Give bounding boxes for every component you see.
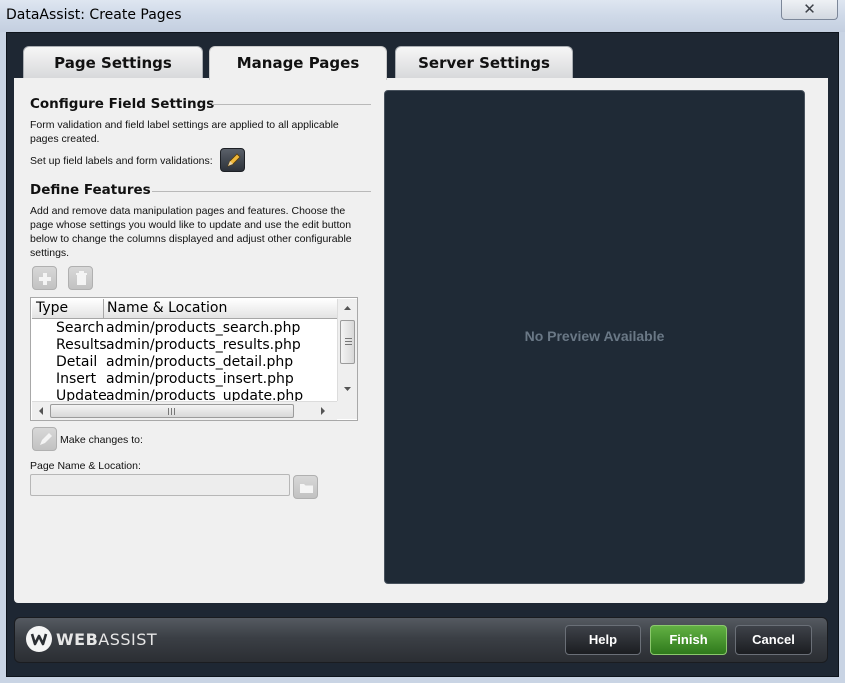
tab-page-settings[interactable]: Page Settings (23, 46, 203, 78)
row-name[interactable]: admin/products_detail.php (106, 354, 293, 371)
configure-description-line: pages created. (30, 133, 100, 145)
page-name-label: Page Name & Location: (30, 460, 141, 472)
vertical-scrollbar[interactable] (337, 299, 357, 401)
setup-field-labels-label: Set up field labels and form validations… (30, 155, 213, 167)
section-divider (152, 191, 371, 192)
folder-icon (300, 484, 313, 493)
row-name[interactable]: admin/products_results.php (106, 337, 301, 354)
pages-list[interactable]: Type Name & Location Search admin/produc… (30, 297, 358, 421)
no-preview-text: No Preview Available (524, 328, 665, 344)
features-section-title: Define Features (30, 182, 151, 198)
row-type[interactable]: Detail (56, 354, 97, 371)
add-page-button[interactable] (32, 266, 57, 290)
webassist-mark-icon (30, 633, 48, 646)
title-bar: DataAssist: Create Pages (0, 0, 845, 32)
row-type[interactable]: Insert (56, 371, 96, 388)
finish-button-label: Finish (669, 632, 708, 647)
column-header-type[interactable]: Type (36, 299, 68, 318)
browse-button[interactable] (293, 475, 318, 499)
list-header: Type Name & Location (32, 299, 337, 319)
features-description-line: Add and remove data manipulation pages a… (30, 205, 346, 217)
window-title: DataAssist: Create Pages (6, 7, 182, 23)
webassist-logo-icon (26, 626, 52, 652)
cancel-button[interactable]: Cancel (735, 625, 812, 655)
features-description-line: page whose settings you would like to up… (30, 219, 352, 231)
preview-panel: No Preview Available (384, 90, 805, 584)
row-name[interactable]: admin/products_search.php (106, 320, 300, 337)
tab-manage-pages[interactable]: Manage Pages (209, 46, 387, 80)
row-type[interactable]: Results (56, 337, 107, 354)
features-description-line: below to change the columns displayed an… (30, 233, 352, 245)
tab-label: Manage Pages (236, 54, 360, 72)
edit-page-button[interactable] (32, 427, 57, 451)
brand-wordmark-rest: ASSIST (98, 630, 158, 649)
horizontal-scroll-thumb[interactable] (50, 404, 294, 418)
page-name-input[interactable] (30, 474, 290, 496)
column-divider (103, 299, 104, 319)
column-header-name[interactable]: Name & Location (107, 299, 227, 318)
section-divider (212, 104, 371, 105)
make-changes-label: Make changes to: (60, 434, 143, 446)
trash-icon (76, 271, 87, 285)
help-button-label: Help (588, 632, 618, 647)
configure-section-title: Configure Field Settings (30, 96, 215, 112)
tab-label: Server Settings (418, 54, 550, 72)
features-description-line: settings. (30, 247, 70, 259)
row-name[interactable]: admin/products_insert.php (106, 371, 294, 388)
scrollbar-corner (337, 401, 357, 419)
horizontal-scrollbar[interactable] (32, 401, 337, 420)
pencil-icon (40, 433, 52, 445)
tab-server-settings[interactable]: Server Settings (395, 46, 573, 78)
grip-icon (168, 408, 175, 415)
grip-icon (345, 338, 352, 345)
brand-wordmark: WEBASSIST (56, 630, 157, 649)
finish-button[interactable]: Finish (650, 625, 727, 655)
row-type[interactable]: Search (56, 320, 104, 337)
close-icon: ✕ (803, 1, 816, 18)
vertical-scroll-thumb[interactable] (340, 320, 355, 364)
configure-description-line: Form validation and field label settings… (30, 119, 339, 131)
cancel-button-label: Cancel (752, 632, 795, 647)
edit-field-settings-button[interactable] (220, 148, 245, 172)
delete-page-button[interactable] (68, 266, 93, 290)
brand-wordmark-bold: WEB (56, 630, 99, 649)
tab-label: Page Settings (54, 54, 172, 72)
help-button[interactable]: Help (565, 625, 641, 655)
pencil-icon (227, 153, 241, 167)
plus-icon (39, 273, 51, 285)
close-button[interactable]: ✕ (781, 0, 838, 20)
